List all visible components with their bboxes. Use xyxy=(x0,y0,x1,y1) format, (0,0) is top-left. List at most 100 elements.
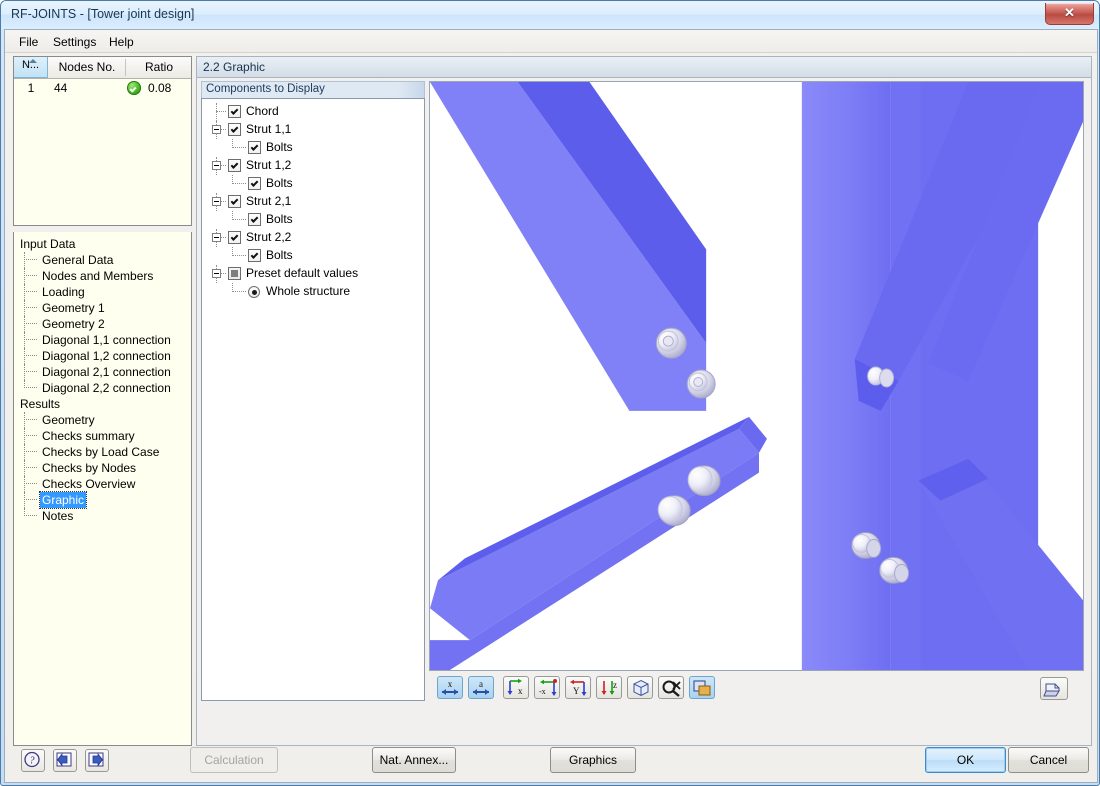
collapse-expander-icon[interactable] xyxy=(212,233,221,242)
nav-item-label: Loading xyxy=(40,284,87,300)
help-button[interactable]: ? xyxy=(21,749,45,772)
nav-item-general-data[interactable]: General Data xyxy=(20,252,191,268)
component-tree-row[interactable]: Whole structure xyxy=(202,283,424,301)
component-tree-row[interactable]: Chord xyxy=(202,103,424,121)
tree-connector xyxy=(232,255,246,257)
nav-item-diagonal-1-2-connection[interactable]: Diagonal 1,2 connection xyxy=(20,348,191,364)
component-tree-row[interactable]: Bolts xyxy=(202,211,424,229)
component-tree-row[interactable]: Strut 2,1 xyxy=(202,193,424,211)
nav-item-diagonal-2-2-connection[interactable]: Diagonal 2,2 connection xyxy=(20,380,191,396)
axis-x-icon: x xyxy=(505,678,528,698)
print-graphic-button[interactable] xyxy=(1040,677,1068,700)
checkbox-strut-2-2[interactable] xyxy=(228,231,241,244)
component-tree-row[interactable]: Bolts xyxy=(202,139,424,157)
component-label: Bolts xyxy=(266,140,293,154)
collapse-expander-icon[interactable] xyxy=(212,161,221,170)
zoom-off-icon xyxy=(660,678,683,698)
component-tree-row[interactable]: Bolts xyxy=(202,247,424,265)
nav-item-graphic[interactable]: Graphic xyxy=(20,492,191,508)
nav-item-checks-by-load-case[interactable]: Checks by Load Case xyxy=(20,444,191,460)
radio-whole-structure[interactable] xyxy=(248,286,260,298)
menu-bar: File Settings Help xyxy=(5,30,1097,53)
component-label: Strut 2,2 xyxy=(246,230,291,244)
collapse-expander-icon[interactable] xyxy=(212,125,221,134)
title-bar: RF-JOINTS - [Tower joint design] ✕ xyxy=(1,1,1099,29)
ok-button[interactable]: OK xyxy=(925,747,1006,773)
component-tree-row[interactable]: Bolts xyxy=(202,175,424,193)
bolt-group-upper xyxy=(656,328,686,358)
view-y-axis-button[interactable]: Y xyxy=(565,676,591,699)
checkbox-strut-1-2[interactable] xyxy=(228,159,241,172)
tree-child-line xyxy=(232,283,234,292)
component-tree-row[interactable]: Strut 1,2 xyxy=(202,157,424,175)
table-row[interactable]: 1 44 0.08 xyxy=(14,78,191,98)
dimension-x-button[interactable]: x xyxy=(437,676,463,699)
calculation-button[interactable]: Calculation xyxy=(190,747,278,773)
zoom-reset-button[interactable] xyxy=(658,676,684,699)
graphic-viewport[interactable] xyxy=(429,81,1084,671)
application-window: RF-JOINTS - [Tower joint design] ✕ File … xyxy=(0,0,1100,786)
nav-item-label: General Data xyxy=(40,252,115,268)
bolt-group-brace-a xyxy=(658,496,690,526)
tree-connector xyxy=(24,499,37,501)
component-label: Preset default values xyxy=(246,266,358,280)
menu-help[interactable]: Help xyxy=(103,33,140,51)
joint-3d-render xyxy=(430,82,1083,670)
view-x-axis-button[interactable]: x xyxy=(503,676,529,699)
component-tree-row[interactable]: Strut 2,2 xyxy=(202,229,424,247)
checkbox-strut-2-1[interactable] xyxy=(228,195,241,208)
cancel-button[interactable]: Cancel xyxy=(1008,747,1089,773)
dim-x-icon: x xyxy=(439,678,462,698)
nav-item-checks-overview[interactable]: Checks Overview xyxy=(20,476,191,492)
tree-connector xyxy=(232,291,246,293)
isometric-view-button[interactable] xyxy=(627,676,653,699)
menu-settings[interactable]: Settings xyxy=(47,33,102,51)
nav-item-loading[interactable]: Loading xyxy=(20,284,191,300)
column-header-number[interactable]: N... xyxy=(14,57,48,78)
view-negative-x-button[interactable]: -x xyxy=(534,676,560,699)
tree-connector xyxy=(232,147,246,149)
close-button[interactable]: ✕ xyxy=(1045,3,1094,25)
tree-child-line xyxy=(232,175,234,184)
collapse-expander-icon[interactable] xyxy=(212,269,221,278)
checkbox-bolts[interactable] xyxy=(248,177,261,190)
checkbox-bolts[interactable] xyxy=(248,213,261,226)
next-button[interactable] xyxy=(85,749,109,772)
nav-item-checks-summary[interactable]: Checks summary xyxy=(20,428,191,444)
tree-child-line xyxy=(232,139,234,148)
dimension-a-button[interactable]: a xyxy=(468,676,494,699)
view-z-axis-button[interactable]: z xyxy=(596,676,622,699)
previous-button[interactable] xyxy=(53,749,77,772)
component-tree-row[interactable]: Strut 1,1 xyxy=(202,121,424,139)
nav-item-geometry-1[interactable]: Geometry 1 xyxy=(20,300,191,316)
results-table: N... Nodes No. Ratio 1 44 0.08 xyxy=(13,56,192,226)
checkbox-bolts[interactable] xyxy=(248,249,261,262)
collapse-expander-icon[interactable] xyxy=(212,197,221,206)
nat-annex-button[interactable]: Nat. Annex... xyxy=(372,747,456,773)
svg-text:a: a xyxy=(479,679,483,689)
menu-file[interactable]: File xyxy=(13,33,44,51)
nav-item-diagonal-1-1-connection[interactable]: Diagonal 1,1 connection xyxy=(20,332,191,348)
nav-item-geometry[interactable]: Geometry xyxy=(20,412,191,428)
component-label: Bolts xyxy=(266,248,293,262)
column-header-ratio[interactable]: Ratio xyxy=(126,57,192,78)
nav-item-geometry-2[interactable]: Geometry 2 xyxy=(20,316,191,332)
component-tree-row[interactable]: Preset default values xyxy=(202,265,424,283)
left-column: N... Nodes No. Ratio 1 44 0.08 Input Dat… xyxy=(13,56,192,746)
close-icon: ✕ xyxy=(1046,5,1093,20)
nav-item-checks-by-nodes[interactable]: Checks by Nodes xyxy=(20,460,191,476)
nav-item-diagonal-2-1-connection[interactable]: Diagonal 2,1 connection xyxy=(20,364,191,380)
tree-connector xyxy=(24,323,37,325)
checkbox-strut-1-1[interactable] xyxy=(228,123,241,136)
bolt-group-upper2 xyxy=(687,370,715,398)
nav-item-notes[interactable]: Notes xyxy=(20,508,191,524)
checkbox-partial[interactable] xyxy=(228,267,241,280)
tree-child-line xyxy=(232,247,234,256)
nav-item-nodes-and-members[interactable]: Nodes and Members xyxy=(20,268,191,284)
render-mode-button[interactable] xyxy=(689,676,715,699)
column-header-nodes-no[interactable]: Nodes No. xyxy=(49,57,125,78)
graphics-button[interactable]: Graphics xyxy=(550,747,636,773)
checkbox-chord[interactable] xyxy=(228,105,241,118)
axis-negx-icon: -x xyxy=(536,678,559,698)
checkbox-bolts[interactable] xyxy=(248,141,261,154)
